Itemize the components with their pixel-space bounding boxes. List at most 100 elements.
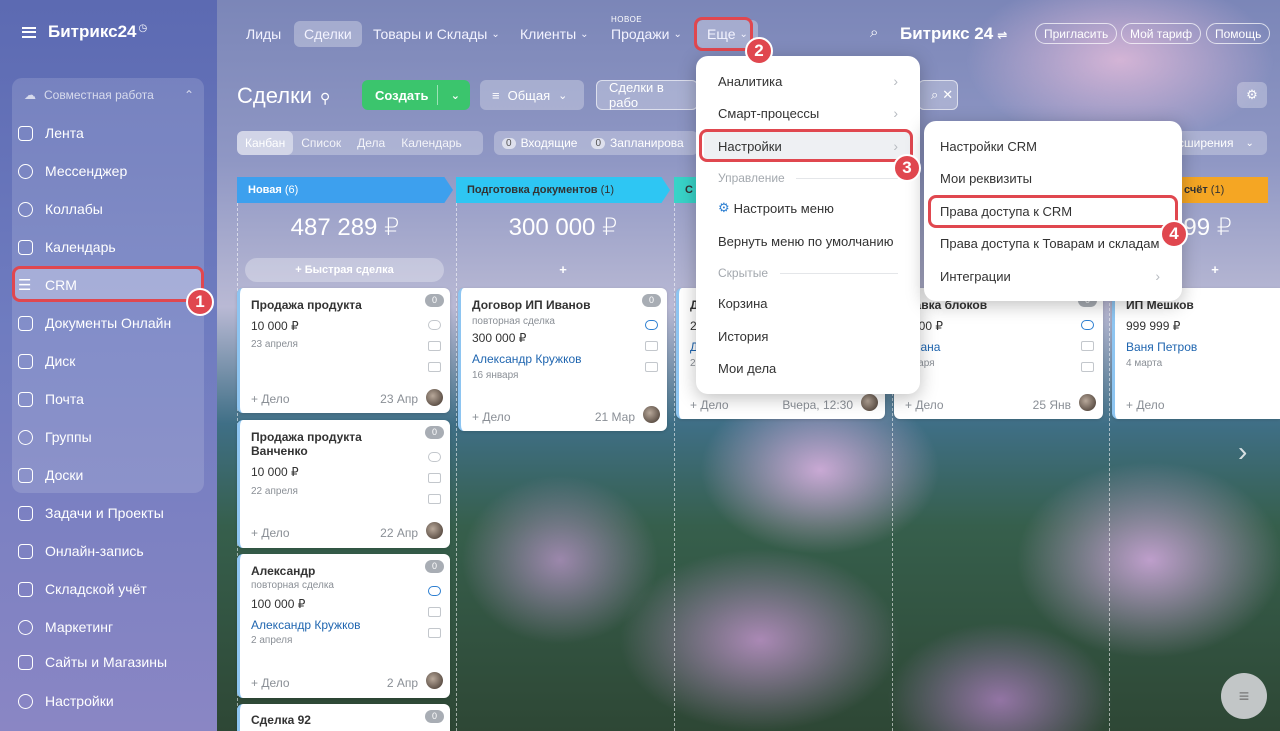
column-header-new[interactable]: Новая (6) [237, 177, 453, 203]
create-button[interactable]: Создать ⌄ [362, 80, 470, 110]
mail-icon[interactable] [428, 473, 441, 483]
add-activity-link[interactable]: + Дело [690, 398, 729, 412]
avatar[interactable] [643, 406, 660, 423]
nav-products[interactable]: Товары и Склады ⌄ [363, 21, 510, 47]
phone-icon[interactable] [428, 320, 441, 330]
menu-item-my-tasks[interactable]: Мои дела [696, 352, 920, 384]
extensions-button[interactable]: сширения ⌄ [1170, 131, 1267, 155]
menu-item-integrations[interactable]: Интеграции › [924, 260, 1182, 292]
mail-icon[interactable] [428, 607, 441, 617]
sidebar-item-boards[interactable]: Доски [18, 460, 83, 490]
phone-icon[interactable] [645, 320, 658, 330]
chat-icon[interactable] [645, 362, 658, 372]
app-logo[interactable]: Битрикс24 ◷ [22, 22, 147, 42]
menu-item-analytics[interactable]: Аналитика › [696, 65, 920, 97]
sidebar-item-booking[interactable]: Онлайн-запись [18, 536, 144, 566]
tab-list[interactable]: Список [293, 131, 349, 155]
menu-item-crm-settings[interactable]: Настройки CRM [924, 130, 1182, 162]
add-deal-button[interactable]: + [456, 258, 670, 282]
add-activity-link[interactable]: + Дело [251, 526, 290, 540]
deal-card[interactable]: ставка блоков 0 0 000 ₽ етлана января + … [894, 288, 1103, 419]
add-activity-link[interactable]: + Дело [251, 392, 290, 406]
sidebar-item-groups[interactable]: Группы [18, 422, 92, 452]
add-activity-link[interactable]: + Дело [251, 676, 290, 690]
card-contact-link[interactable]: Александр Кружков [472, 352, 582, 366]
sidebar-item-calendar[interactable]: Календарь [18, 232, 116, 262]
menu-item-history[interactable]: История [696, 320, 920, 352]
deal-card[interactable]: Сделка 92 0 [237, 704, 450, 731]
pin-icon[interactable]: ⚲ [320, 90, 330, 106]
sidebar-item-warehouse[interactable]: Складской учёт [18, 574, 147, 604]
sidebar-item-documents[interactable]: Документы Онлайн [18, 308, 171, 338]
sidebar-item-messenger[interactable]: Мессенджер [18, 156, 127, 186]
chat-icon[interactable] [428, 362, 441, 372]
avatar[interactable] [426, 522, 443, 539]
chat-icon[interactable] [428, 494, 441, 504]
search-icon[interactable]: ⌕ [870, 24, 878, 41]
counter-planned[interactable]: Запланирова [610, 136, 684, 150]
tab-activities[interactable]: Дела [349, 131, 393, 155]
phone-icon[interactable] [1081, 320, 1094, 330]
sidebar-item-collabs[interactable]: Коллабы [18, 194, 103, 224]
mail-icon[interactable] [1081, 341, 1094, 351]
deal-card[interactable]: ИП Мешков 999 999 ₽ Ваня Петров 4 марта … [1112, 288, 1280, 419]
chat-icon[interactable] [1081, 362, 1094, 372]
brand-label[interactable]: Битрикс 24 ⇌ [900, 24, 1007, 44]
sidebar-item-marketing[interactable]: Маркетинг [18, 612, 113, 642]
add-activity-link[interactable]: + Дело [472, 410, 511, 424]
sidebar-item-disk[interactable]: Диск [18, 346, 75, 376]
deal-card[interactable]: Продажа продукта Ванченко 0 10 000 ₽ 22 … [237, 420, 450, 548]
mail-icon[interactable] [645, 341, 658, 351]
add-activity-link[interactable]: + Дело [1126, 398, 1165, 412]
nav-sales[interactable]: Продажи ⌄ [601, 21, 692, 47]
sidebar-item-sites[interactable]: Сайты и Магазины [18, 652, 167, 672]
phone-icon[interactable] [428, 452, 441, 462]
card-title[interactable]: Продажа продукта Ванченко [251, 430, 411, 458]
sidebar-item-feed[interactable]: Лента [18, 118, 84, 148]
deal-card[interactable]: Продажа продукта 0 10 000 ₽ 23 апреля + … [237, 288, 450, 413]
sidebar-item-mail[interactable]: Почта [18, 384, 84, 414]
deal-card[interactable]: Александр 0 повторная сделка 100 000 ₽ А… [237, 554, 450, 698]
chevron-down-icon[interactable]: ⌄ [451, 89, 460, 102]
tab-calendar[interactable]: Календарь [393, 131, 470, 155]
sidebar-group-header[interactable]: ☁ Совместная работа ⌃ [24, 88, 194, 102]
menu-icon[interactable] [22, 26, 36, 38]
avatar[interactable] [426, 389, 443, 406]
mail-icon[interactable] [428, 341, 441, 351]
settings-gear-button[interactable]: ⚙ [1237, 82, 1267, 108]
nav-deals[interactable]: Сделки [294, 21, 362, 47]
deal-card[interactable]: Договор ИП Иванов 0 повторная сделка 300… [458, 288, 667, 431]
avatar[interactable] [426, 672, 443, 689]
card-contact-link[interactable]: Ваня Петров [1126, 340, 1197, 354]
quick-deal-button[interactable]: + Быстрая сделка [245, 258, 444, 282]
menu-item-configure[interactable]: ⚙ Настроить меню [696, 192, 920, 224]
column-header-docs[interactable]: Подготовка документов (1) [456, 177, 670, 203]
menu-item-goods-access[interactable]: Права доступа к Товарам и складам [924, 227, 1182, 259]
scroll-right-arrow[interactable]: › [1238, 436, 1247, 468]
filter-button[interactable]: ≡ Общая ⌄ [480, 80, 584, 110]
card-title[interactable]: Сделка 92 [251, 713, 411, 727]
tab-kanban[interactable]: Канбан [237, 131, 294, 155]
avatar[interactable] [861, 394, 878, 411]
tariff-button[interactable]: Мой тариф [1121, 23, 1202, 44]
sidebar-item-crm[interactable]: ☰ CRM [18, 270, 77, 300]
chevron-up-icon[interactable]: ⌃ [184, 88, 194, 102]
chat-icon[interactable] [428, 628, 441, 638]
add-activity-link[interactable]: + Дело [905, 398, 944, 412]
invite-button[interactable]: Пригласить [1035, 23, 1118, 44]
card-title[interactable]: Договор ИП Иванов [472, 298, 632, 312]
nav-clients[interactable]: Клиенты ⌄ [510, 21, 599, 47]
avatar[interactable] [1079, 394, 1096, 411]
chat-fab[interactable]: ≡ [1221, 673, 1267, 719]
menu-item-trash[interactable]: Корзина [696, 287, 920, 319]
sidebar-item-tasks[interactable]: Задачи и Проекты [18, 498, 164, 528]
menu-item-requisites[interactable]: Мои реквизиты [924, 162, 1182, 194]
phone-icon[interactable] [428, 586, 441, 596]
search-clear[interactable]: ⌕ ✕ [918, 80, 958, 110]
card-title[interactable]: Александр [251, 564, 411, 578]
counter-incoming[interactable]: Входящие [521, 136, 578, 150]
menu-item-smart-processes[interactable]: Смарт-процессы › [696, 97, 920, 129]
close-icon[interactable]: ✕ [942, 87, 953, 103]
search-input[interactable]: Сделки в рабо [596, 80, 698, 110]
sidebar-item-settings[interactable]: Настройки [18, 686, 114, 716]
